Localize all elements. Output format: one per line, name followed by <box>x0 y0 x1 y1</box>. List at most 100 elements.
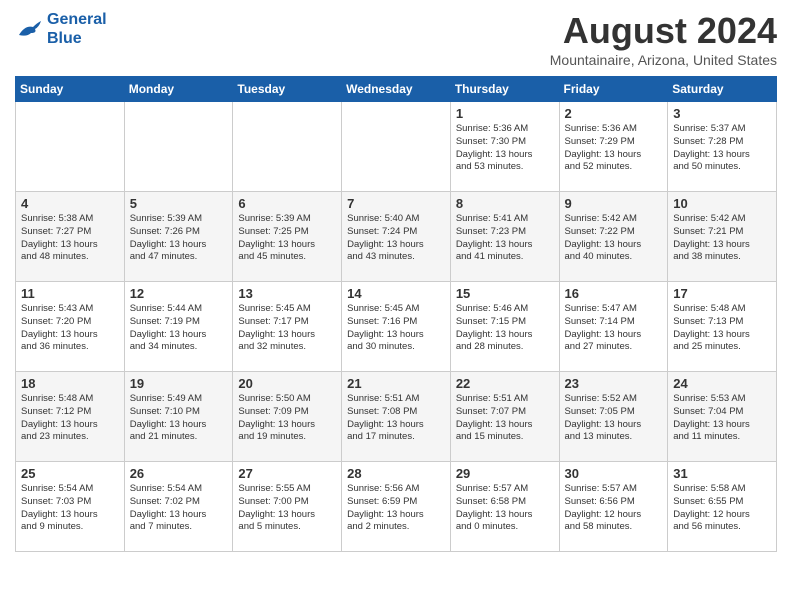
day-number: 14 <box>347 286 445 301</box>
day-number: 7 <box>347 196 445 211</box>
header-wednesday: Wednesday <box>342 77 451 102</box>
day-number: 27 <box>238 466 336 481</box>
calendar-cell-w4-d2: 19 Sunrise: 5:49 AM Sunset: 7:10 PM Dayli… <box>124 372 233 462</box>
calendar-cell-w1-d6: 2 Sunrise: 5:36 AM Sunset: 7:29 PM Daylig… <box>559 102 668 192</box>
calendar-cell-w5-d5: 29Sunrise: 5:57 AM Sunset: 6:58 PM Dayli… <box>450 462 559 552</box>
day-number: 31 <box>673 466 771 481</box>
calendar-cell-w1-d1 <box>16 102 125 192</box>
day-info: Sunrise: 5:55 AM Sunset: 7:00 PM Dayligh… <box>238 483 336 534</box>
logo-line1: General <box>47 11 107 28</box>
calendar-cell-w5-d3: 27 Sunrise: 5:55 AM Sunset: 7:00 PM Dayli… <box>233 462 342 552</box>
calendar-cell-w2-d3: 6 Sunrise: 5:39 AM Sunset: 7:25 PM Daylig… <box>233 192 342 282</box>
calendar-cell-w5-d4: 28 Sunrise: 5:56 AM Sunset: 6:59 PM Dayli… <box>342 462 451 552</box>
calendar-cell-w5-d6: 30Sunrise: 5:57 AM Sunset: 6:56 PM Dayli… <box>559 462 668 552</box>
calendar-cell-w2-d7: 10 Sunrise: 5:42 AM Sunset: 7:21 PM Dayli… <box>668 192 777 282</box>
day-info: Sunrise: 5:45 AM Sunset: 7:16 PM Dayligh… <box>347 303 445 354</box>
calendar-header-row: Sunday Monday Tuesday Wednesday Thursday… <box>16 77 777 102</box>
day-info: Sunrise: 5:44 AM Sunset: 7:19 PM Dayligh… <box>130 303 228 354</box>
day-number: 13 <box>238 286 336 301</box>
day-info: Sunrise: 5:48 AM Sunset: 7:13 PM Dayligh… <box>673 303 771 354</box>
page-header: General Blue August 2024 Mountainaire, A… <box>15 10 777 68</box>
day-info: Sunrise: 5:54 AM Sunset: 7:02 PM Dayligh… <box>130 483 228 534</box>
day-number: 11 <box>21 286 119 301</box>
day-info: Sunrise: 5:42 AM Sunset: 7:21 PM Dayligh… <box>673 213 771 264</box>
day-number: 9 <box>565 196 663 211</box>
day-number: 20 <box>238 376 336 391</box>
calendar-cell-w5-d1: 25Sunrise: 5:54 AM Sunset: 7:03 PM Dayli… <box>16 462 125 552</box>
calendar-cell-w4-d5: 22 Sunrise: 5:51 AM Sunset: 7:07 PM Dayli… <box>450 372 559 462</box>
day-number: 12 <box>130 286 228 301</box>
day-info: Sunrise: 5:37 AM Sunset: 7:28 PM Dayligh… <box>673 123 771 174</box>
header-sunday: Sunday <box>16 77 125 102</box>
day-number: 28 <box>347 466 445 481</box>
calendar-cell-w2-d1: 4 Sunrise: 5:38 AM Sunset: 7:27 PM Daylig… <box>16 192 125 282</box>
day-info: Sunrise: 5:58 AM Sunset: 6:55 PM Dayligh… <box>673 483 771 534</box>
calendar-cell-w1-d5: 1Sunrise: 5:36 AM Sunset: 7:30 PM Daylig… <box>450 102 559 192</box>
calendar-week-4: 18 Sunrise: 5:48 AM Sunset: 7:12 PM Dayli… <box>16 372 777 462</box>
day-number: 19 <box>130 376 228 391</box>
calendar-cell-w4-d1: 18 Sunrise: 5:48 AM Sunset: 7:12 PM Dayli… <box>16 372 125 462</box>
day-info: Sunrise: 5:50 AM Sunset: 7:09 PM Dayligh… <box>238 393 336 444</box>
day-info: Sunrise: 5:52 AM Sunset: 7:05 PM Dayligh… <box>565 393 663 444</box>
calendar-cell-w4-d6: 23 Sunrise: 5:52 AM Sunset: 7:05 PM Dayli… <box>559 372 668 462</box>
day-number: 10 <box>673 196 771 211</box>
calendar-cell-w1-d3 <box>233 102 342 192</box>
month-title: August 2024 <box>550 10 777 52</box>
day-number: 17 <box>673 286 771 301</box>
day-info: Sunrise: 5:51 AM Sunset: 7:07 PM Dayligh… <box>456 393 554 444</box>
calendar-cell-w2-d5: 8 Sunrise: 5:41 AM Sunset: 7:23 PM Daylig… <box>450 192 559 282</box>
calendar-table: Sunday Monday Tuesday Wednesday Thursday… <box>15 76 777 552</box>
calendar-cell-w3-d5: 15Sunrise: 5:46 AM Sunset: 7:15 PM Dayli… <box>450 282 559 372</box>
calendar-cell-w1-d7: 3 Sunrise: 5:37 AM Sunset: 7:28 PM Daylig… <box>668 102 777 192</box>
calendar-week-1: 1Sunrise: 5:36 AM Sunset: 7:30 PM Daylig… <box>16 102 777 192</box>
day-info: Sunrise: 5:56 AM Sunset: 6:59 PM Dayligh… <box>347 483 445 534</box>
day-number: 18 <box>21 376 119 391</box>
header-thursday: Thursday <box>450 77 559 102</box>
day-number: 5 <box>130 196 228 211</box>
day-info: Sunrise: 5:39 AM Sunset: 7:26 PM Dayligh… <box>130 213 228 264</box>
calendar-cell-w1-d2 <box>124 102 233 192</box>
header-tuesday: Tuesday <box>233 77 342 102</box>
day-number: 25 <box>21 466 119 481</box>
day-number: 16 <box>565 286 663 301</box>
day-info: Sunrise: 5:57 AM Sunset: 6:56 PM Dayligh… <box>565 483 663 534</box>
calendar-cell-w3-d7: 17 Sunrise: 5:48 AM Sunset: 7:13 PM Dayli… <box>668 282 777 372</box>
day-info: Sunrise: 5:48 AM Sunset: 7:12 PM Dayligh… <box>21 393 119 444</box>
day-number: 4 <box>21 196 119 211</box>
day-info: Sunrise: 5:38 AM Sunset: 7:27 PM Dayligh… <box>21 213 119 264</box>
day-number: 21 <box>347 376 445 391</box>
calendar-cell-w2-d6: 9 Sunrise: 5:42 AM Sunset: 7:22 PM Daylig… <box>559 192 668 282</box>
header-friday: Friday <box>559 77 668 102</box>
day-info: Sunrise: 5:51 AM Sunset: 7:08 PM Dayligh… <box>347 393 445 444</box>
day-number: 15 <box>456 286 554 301</box>
day-info: Sunrise: 5:57 AM Sunset: 6:58 PM Dayligh… <box>456 483 554 534</box>
calendar-cell-w1-d4 <box>342 102 451 192</box>
day-info: Sunrise: 5:42 AM Sunset: 7:22 PM Dayligh… <box>565 213 663 264</box>
day-number: 3 <box>673 106 771 121</box>
title-block: August 2024 Mountainaire, Arizona, Unite… <box>550 10 777 68</box>
calendar-cell-w4-d7: 24Sunrise: 5:53 AM Sunset: 7:04 PM Dayli… <box>668 372 777 462</box>
day-number: 6 <box>238 196 336 211</box>
day-info: Sunrise: 5:36 AM Sunset: 7:29 PM Dayligh… <box>565 123 663 174</box>
calendar-week-2: 4 Sunrise: 5:38 AM Sunset: 7:27 PM Daylig… <box>16 192 777 282</box>
day-number: 8 <box>456 196 554 211</box>
calendar-cell-w3-d2: 12 Sunrise: 5:44 AM Sunset: 7:19 PM Dayli… <box>124 282 233 372</box>
logo: General Blue <box>15 10 107 48</box>
day-number: 22 <box>456 376 554 391</box>
header-saturday: Saturday <box>668 77 777 102</box>
calendar-cell-w2-d2: 5 Sunrise: 5:39 AM Sunset: 7:26 PM Daylig… <box>124 192 233 282</box>
calendar-cell-w4-d4: 21 Sunrise: 5:51 AM Sunset: 7:08 PM Dayli… <box>342 372 451 462</box>
day-number: 2 <box>565 106 663 121</box>
logo-icon <box>15 17 43 41</box>
header-monday: Monday <box>124 77 233 102</box>
location-text: Mountainaire, Arizona, United States <box>550 52 777 68</box>
day-number: 23 <box>565 376 663 391</box>
day-info: Sunrise: 5:43 AM Sunset: 7:20 PM Dayligh… <box>21 303 119 354</box>
day-info: Sunrise: 5:41 AM Sunset: 7:23 PM Dayligh… <box>456 213 554 264</box>
day-info: Sunrise: 5:36 AM Sunset: 7:30 PM Dayligh… <box>456 123 554 174</box>
day-info: Sunrise: 5:39 AM Sunset: 7:25 PM Dayligh… <box>238 213 336 264</box>
day-info: Sunrise: 5:49 AM Sunset: 7:10 PM Dayligh… <box>130 393 228 444</box>
calendar-cell-w2-d4: 7Sunrise: 5:40 AM Sunset: 7:24 PM Daylig… <box>342 192 451 282</box>
day-info: Sunrise: 5:45 AM Sunset: 7:17 PM Dayligh… <box>238 303 336 354</box>
logo-text: General Blue <box>47 10 107 48</box>
